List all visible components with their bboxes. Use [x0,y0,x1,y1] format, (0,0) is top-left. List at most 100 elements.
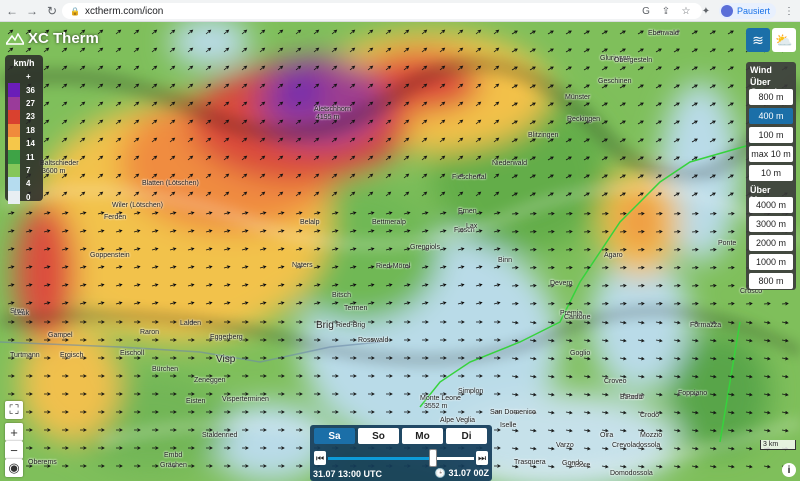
place-label: Simplon [458,388,484,395]
cloud-sun-icon[interactable]: ⛅ [772,28,796,52]
legend-row: 18 [8,123,40,137]
map-scale: 3 km [760,440,796,450]
sea-level-button[interactable]: 2000 m [749,235,793,251]
sea-level-button[interactable]: 4000 m [749,197,793,213]
place-label: Goglio [570,350,591,357]
browser-toolbar: ← → ↻ 🔒 xctherm.com/icon G ⇪ ☆ ✦ Pausier… [0,0,800,22]
legend-value: 36 [26,85,35,95]
legend-value: 7 [26,165,31,175]
place-label: Formazza [690,322,722,329]
forward-icon[interactable]: → [24,3,40,19]
sea-level-button[interactable]: 1000 m [749,254,793,270]
place-label: Gampel [48,332,73,339]
place-label: Monte Leone [420,395,461,402]
ground-level-button[interactable]: 10 m [749,165,793,181]
place-label: Varzo [556,442,574,449]
place-label: Aletschhorn [314,106,351,113]
menu-icon[interactable]: ⋮ [782,4,796,18]
star-icon[interactable]: ☆ [679,4,693,18]
legend-plus: + [26,72,31,82]
day-tab[interactable]: So [358,428,399,444]
place-label: Visp [216,354,236,365]
current-time: 31.07 13:00 UTC [313,469,383,479]
zoom-in-button[interactable]: + [5,423,23,441]
legend-plus-row: + [8,70,40,83]
slider-handle[interactable] [429,449,438,467]
day-tab[interactable]: Sa [314,428,355,444]
sea-level-button[interactable]: 800 m [749,273,793,289]
ground-level-button[interactable]: 100 m [749,127,793,143]
legend-swatch [8,123,20,137]
app-title: XC Therm [28,30,99,47]
day-tabs: Sa So Mo Di [314,428,487,444]
place-label: Cantone [564,314,591,321]
sea-heading: Über Meer [750,185,772,205]
fullscreen-icon[interactable]: ⛶ [5,401,23,419]
layer-switcher: ≋ ⛅ [746,28,796,52]
legend-swatch [8,177,20,191]
place-label: Ebenwald [648,30,679,37]
legend-row: 0 [8,190,40,204]
legend-unit: km/h [13,58,35,68]
place-label: Trasquera [514,459,546,466]
place-label: 4195 m [316,114,340,121]
time-slider[interactable]: ⏮ ⏭ [314,449,488,467]
ground-heading: Über Grund [750,77,777,97]
google-icon[interactable]: G [639,4,653,18]
sea-level-button[interactable]: 3000 m [749,216,793,232]
ground-level-button[interactable]: max 10 m [749,146,793,162]
place-label: Lalden [180,320,202,327]
place-label: 3552 m [424,403,448,410]
place-label: Crodo [640,412,660,419]
place-label: Termen [344,305,368,312]
app-logo[interactable]: XC Therm [6,30,99,47]
place-label: Wiler (Lötschen) [112,202,163,209]
place-label: Ergisch [60,352,84,359]
legend-row: 11 [8,150,40,164]
place-label: Eischoll [120,350,145,357]
legend-row: 14 [8,136,40,151]
info-icon[interactable]: i [782,463,796,477]
legend-value: 23 [26,112,35,122]
reload-icon[interactable]: ↻ [44,3,60,19]
place-label: Oira [600,432,614,439]
legend-swatch [8,150,20,164]
day-tab[interactable]: Di [446,428,487,444]
wind-layer-icon[interactable]: ≋ [746,28,770,52]
step-back-icon[interactable]: ⏮ [314,451,326,465]
zoom-out-button[interactable]: − [5,441,23,459]
ground-level-button[interactable]: 400 m [749,108,793,124]
place-label: Domodossola [610,470,653,477]
legend-value: 27 [26,98,35,108]
place-label: Eggerberg [210,334,243,341]
place-label: Münster [565,94,591,101]
address-bar[interactable]: 🔒 xctherm.com/icon [62,3,702,19]
place-label: Ponte [718,240,737,247]
day-tab[interactable]: Mo [402,428,443,444]
locate-icon[interactable]: ◉ [5,459,23,477]
place-label: Turtmann [10,352,40,359]
avatar [720,5,733,17]
legend-swatch [8,83,20,97]
place-label: Blitzingen [528,132,559,139]
place-label: Mozzio [640,432,663,439]
legend-swatch [8,110,20,124]
place-label: Binn [498,257,513,264]
place-label: Alpe Veglia [440,417,476,424]
model-run: 🕒 31.07 00Z [434,468,489,478]
profile-button[interactable]: Pausiert [718,3,776,19]
place-label: Ernen [458,208,477,215]
wind-speed-legend: km/h + 36 27 23 18 14 11 7 4 0 [5,55,43,204]
wind-map[interactable]: Ebenwald Gluringen Obergesteln Münster Gesch… [0,22,800,481]
share-icon[interactable]: ⇪ [659,4,673,18]
back-icon[interactable]: ← [4,3,20,19]
step-forward-icon[interactable]: ⏭ [476,451,488,465]
place-label: Zeneggen [194,377,226,384]
place-label: Agaro [604,252,623,259]
place-label: Niederwald [492,160,528,167]
logo-mountain-icon [6,32,24,45]
place-label: Ried-Brig [336,322,366,329]
legend-swatch [8,136,20,151]
extension-icon[interactable]: ✦ [699,4,713,18]
place-label: Reckingen [567,116,601,123]
